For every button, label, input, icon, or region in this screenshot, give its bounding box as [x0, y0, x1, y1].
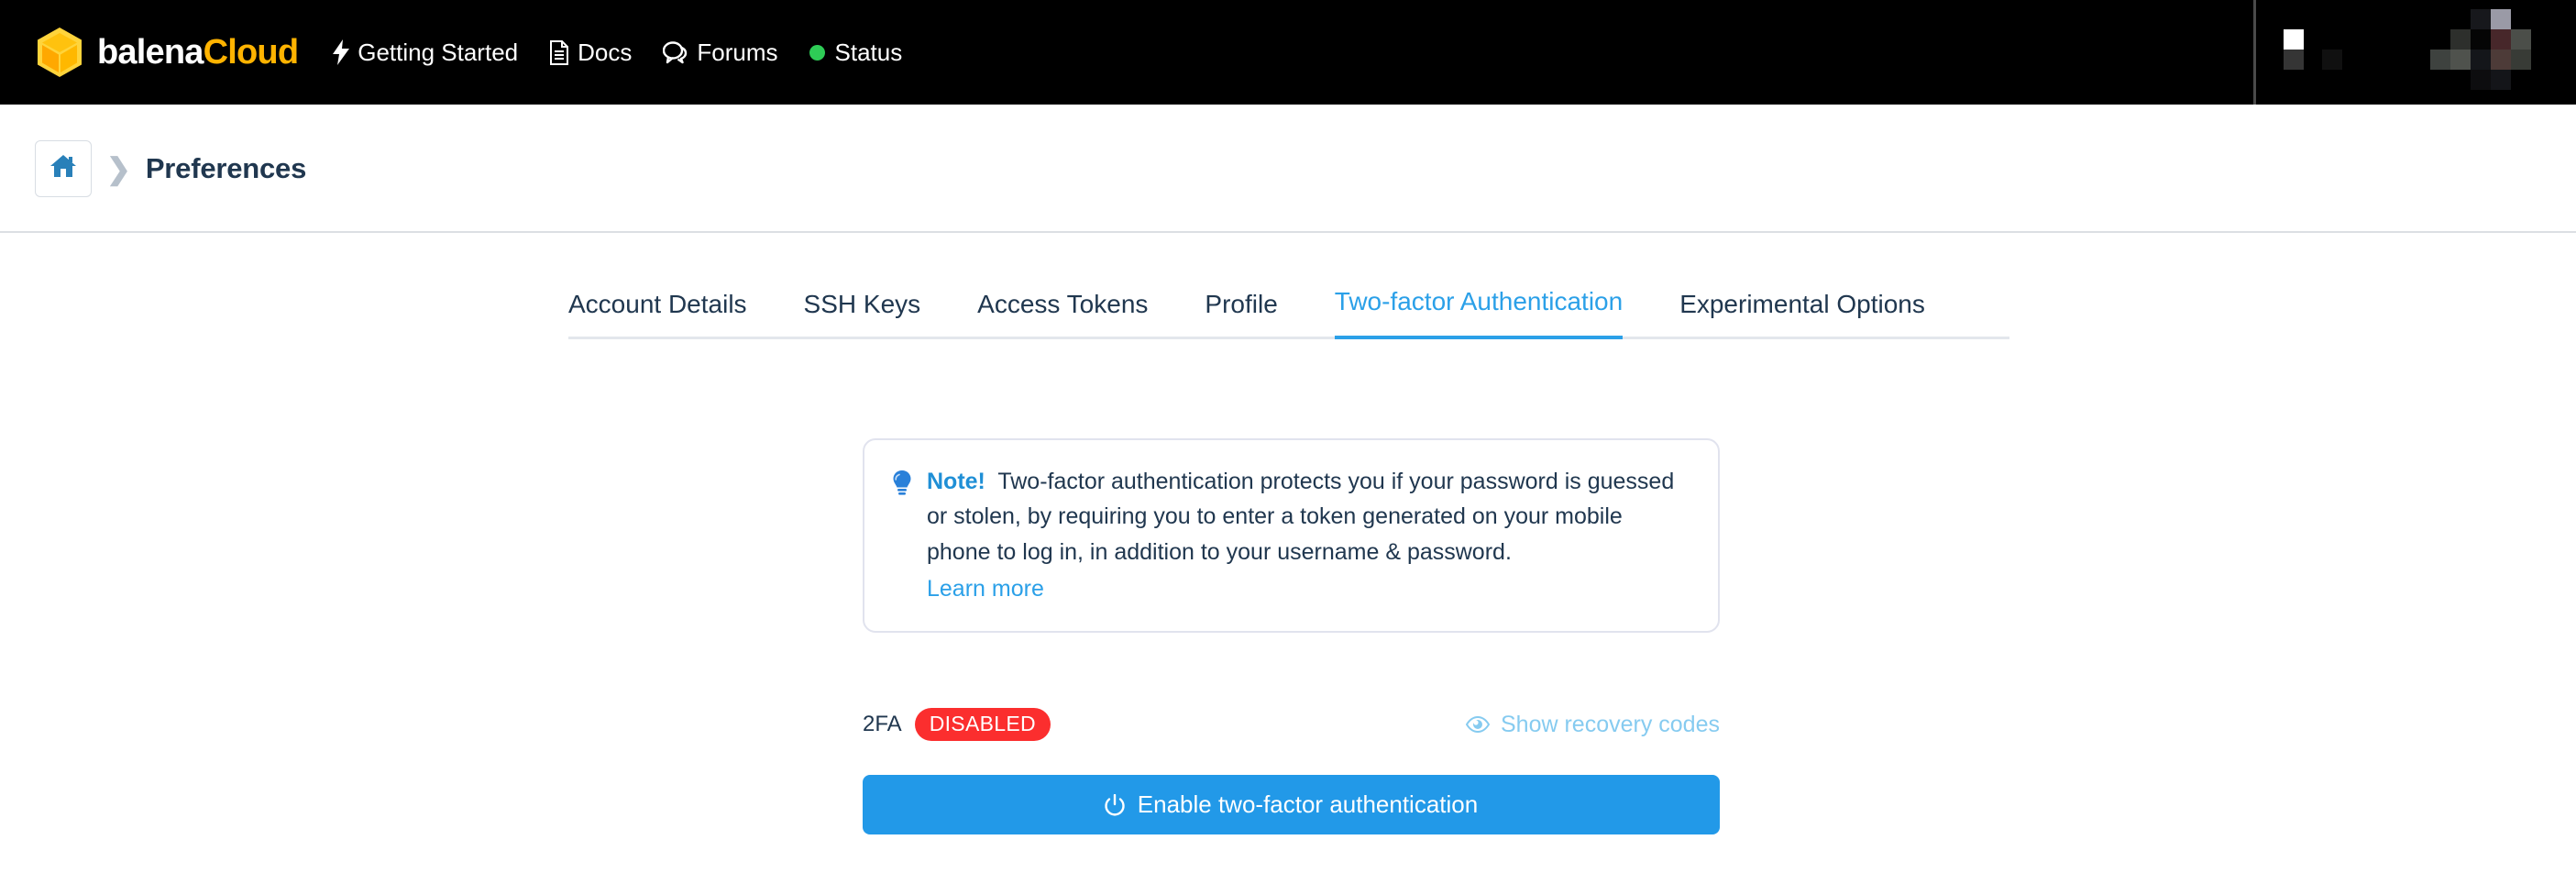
preferences-tabs: Account Details SSH Keys Access Tokens P… — [568, 284, 2009, 339]
nav-label-getting-started: Getting Started — [358, 38, 519, 66]
tab-experimental-options[interactable]: Experimental Options — [1679, 290, 1925, 339]
header-divider — [0, 231, 2576, 233]
tab-two-factor-authentication[interactable]: Two-factor Authentication — [1334, 287, 1624, 339]
chat-bubbles-icon — [663, 40, 688, 64]
page-title: Preferences — [145, 151, 307, 184]
balena-logo[interactable]: balenaCloud — [35, 26, 299, 79]
breadcrumb-home-button[interactable] — [35, 139, 92, 197]
learn-more-link[interactable]: Learn more — [927, 571, 1044, 606]
tab-access-tokens[interactable]: Access Tokens — [977, 290, 1148, 339]
status-dot-icon — [809, 44, 825, 61]
breadcrumb-separator-icon: ❯ — [106, 151, 131, 185]
twofa-label: 2FA — [863, 712, 902, 736]
show-recovery-codes-link[interactable]: Show recovery codes — [1465, 711, 1720, 738]
lightbulb-icon — [892, 464, 912, 607]
note-text-block: Note! Two-factor authentication protects… — [927, 464, 1690, 607]
nav-label-status: Status — [834, 38, 903, 66]
home-icon — [50, 153, 77, 183]
status-left-group: 2FA DISABLED — [863, 708, 1051, 741]
enable-button-label: Enable two-factor authentication — [1137, 790, 1479, 818]
show-recovery-codes-label: Show recovery codes — [1500, 711, 1720, 737]
two-factor-status-row: 2FA DISABLED Show recovery codes — [863, 704, 1720, 745]
logo-wordmark: balenaCloud — [97, 32, 299, 72]
bolt-icon — [333, 39, 350, 65]
eye-icon — [1465, 716, 1490, 733]
nav-item-status[interactable]: Status — [809, 38, 903, 67]
info-note-card: Note! Two-factor authentication protects… — [863, 438, 1720, 633]
topnav-left-group: balenaCloud Getting Started Docs Forums … — [0, 0, 933, 105]
nav-item-getting-started[interactable]: Getting Started — [333, 39, 518, 67]
power-icon — [1105, 793, 1125, 816]
nav-label-forums: Forums — [697, 38, 778, 66]
tab-ssh-keys[interactable]: SSH Keys — [804, 290, 921, 339]
status-badge: DISABLED — [914, 708, 1051, 741]
user-account-chip-redacted[interactable] — [2256, 0, 2576, 105]
note-label: Note! — [927, 469, 985, 494]
breadcrumb-bar: ❯ Preferences — [0, 105, 2576, 232]
nav-item-forums[interactable]: Forums — [663, 38, 778, 67]
tab-account-details[interactable]: Account Details — [568, 290, 747, 339]
logo-word-balena: balena — [97, 32, 204, 72]
topnav-links: Getting Started Docs Forums Status — [333, 39, 933, 67]
note-text: Two-factor authentication protects you i… — [927, 469, 1675, 565]
tab-profile[interactable]: Profile — [1205, 290, 1277, 339]
top-navigation-bar: balenaCloud Getting Started Docs Forums … — [0, 0, 2576, 105]
enable-two-factor-authentication-button[interactable]: Enable two-factor authentication — [863, 775, 1720, 834]
logo-word-cloud: Cloud — [203, 32, 299, 72]
balena-cube-icon — [35, 26, 84, 79]
nav-label-docs: Docs — [578, 38, 633, 66]
document-icon — [549, 39, 569, 65]
nav-item-docs[interactable]: Docs — [549, 39, 632, 67]
